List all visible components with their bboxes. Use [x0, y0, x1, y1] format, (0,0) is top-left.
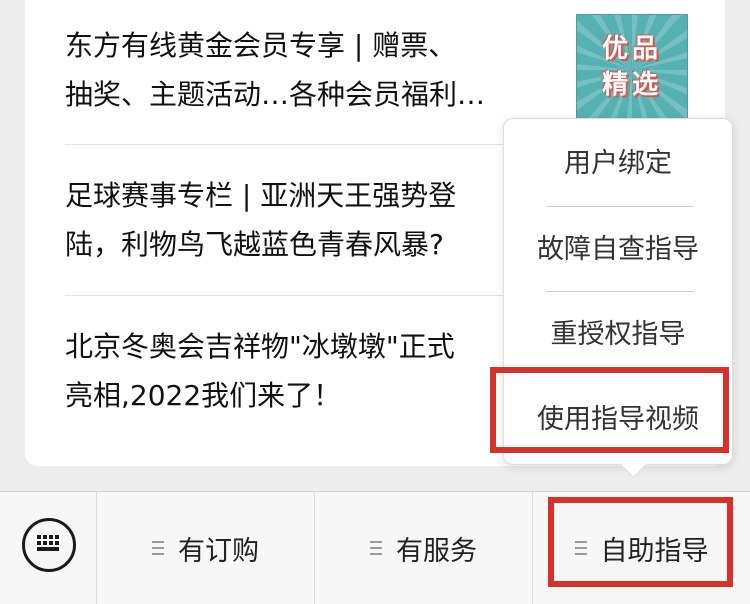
highlight-box-guide-video [490, 367, 729, 453]
article-item[interactable]: 东方有线黄金会员专享 | 赠票、 抽奖、主题活动…各种会员福利… [65, 21, 547, 121]
menu-button-label: 有服务 [396, 535, 477, 567]
submenu-item-fault-self-check[interactable]: 故障自查指导 [504, 207, 732, 292]
keyboard-icon [22, 518, 76, 572]
menu-lines-icon [370, 541, 382, 555]
article-item[interactable]: 足球赛事专栏 | 亚洲天王强势登 陆，利物鸟飞越蓝色青春风暴? [65, 171, 547, 271]
thumbnail-badge-text: 优品 精选 [601, 34, 662, 100]
submenu-item-user-binding[interactable]: 用户绑定 [504, 121, 732, 206]
submenu-item-reauthorization[interactable]: 重授权指导 [504, 292, 732, 377]
menu-button-services[interactable]: 有服务 [315, 492, 533, 604]
article-item[interactable]: 北京冬奥会吉祥物"冰墩墩"正式 亮相,2022我们来了！ [65, 322, 547, 422]
menu-lines-icon [152, 541, 164, 555]
highlight-box-self-help-guide [548, 497, 733, 587]
menu-button-label: 有订购 [178, 535, 259, 567]
menu-button-subscriptions[interactable]: 有订购 [97, 492, 315, 604]
keyboard-toggle-button[interactable] [0, 492, 97, 604]
article-thumbnail[interactable]: 优品 精选 [576, 14, 688, 126]
